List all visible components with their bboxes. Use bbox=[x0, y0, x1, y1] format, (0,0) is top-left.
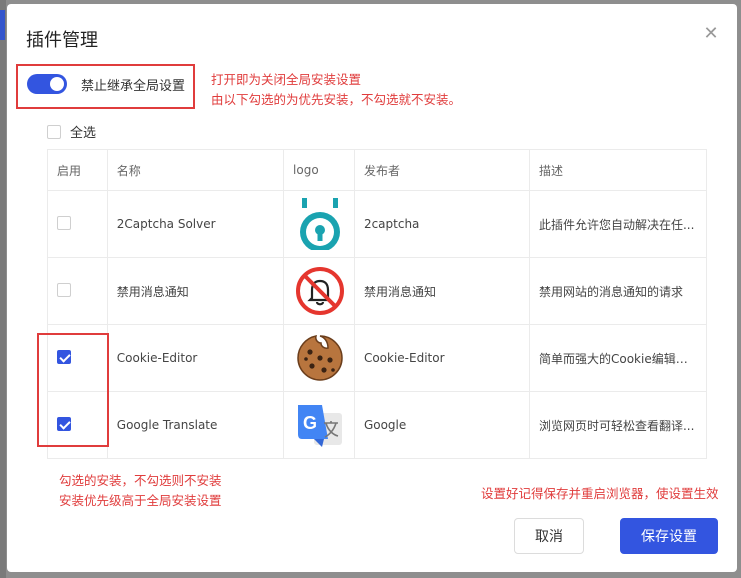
row-publisher: Cookie-Editor bbox=[353, 324, 530, 392]
row-description-cell: 简单而强大的Cookie编辑器... bbox=[528, 324, 708, 392]
toggle-note-line2: 由以下勾选的为优先安装，不勾选就不安装。 bbox=[211, 92, 462, 107]
row-logo-cell bbox=[283, 190, 355, 258]
table-row: Google Translate G Google 浏览网页时可轻松查看翻译..… bbox=[47, 391, 708, 459]
row-logo-cell bbox=[283, 257, 355, 325]
inherit-global-toggle[interactable] bbox=[27, 74, 67, 94]
no-notification-logo-icon bbox=[296, 267, 345, 315]
google-translate-logo-icon: G bbox=[298, 405, 343, 447]
row-name: 2Captcha Solver bbox=[106, 190, 285, 258]
row-description-cell: 此插件允许您自动解决在任... bbox=[528, 190, 708, 258]
row-publisher: 禁用消息通知 bbox=[353, 257, 530, 325]
row-publisher: Google bbox=[353, 391, 530, 459]
checkbox-note-line1: 勾选的安装，不勾选则不安装 bbox=[59, 473, 222, 488]
dialog-title: 插件管理 bbox=[26, 30, 98, 51]
close-icon[interactable]: ✕ bbox=[703, 25, 719, 43]
row-description-cell: 浏览网页时可轻松查看翻译... bbox=[528, 391, 708, 459]
plugin-management-dialog: 插件管理 ✕ 禁止继承全局设置 打开即为关闭全局安装设置 由以下勾选的为优先安装… bbox=[7, 4, 737, 572]
table-row: 禁用消息通知 禁用消息通知 禁用网站的消息通知的请求 bbox=[47, 257, 708, 325]
row-logo-cell: G bbox=[283, 391, 355, 459]
row-publisher: 2captcha bbox=[353, 190, 530, 258]
2captcha-logo-icon bbox=[300, 198, 341, 250]
inherit-toggle-row: 禁止继承全局设置 bbox=[27, 74, 185, 94]
plugin-table: 启用 名称 logo 发布者 描述 2Captcha Solver 2captc… bbox=[47, 149, 708, 459]
table-row: 2Captcha Solver 2captcha 此插件允许您自动解决在任... bbox=[47, 190, 708, 258]
row-description: 禁用网站的消息通知的请求 bbox=[538, 284, 683, 299]
cookie-logo-icon bbox=[297, 335, 343, 381]
toggle-note: 打开即为关闭全局安装设置 由以下勾选的为优先安装，不勾选就不安装。 bbox=[211, 70, 461, 110]
row-name: Google Translate bbox=[106, 391, 285, 459]
cancel-button[interactable]: 取消 bbox=[514, 518, 584, 554]
select-all-label: 全选 bbox=[70, 126, 97, 141]
header-publisher: 发布者 bbox=[353, 149, 530, 191]
row-name: 禁用消息通知 bbox=[106, 257, 285, 325]
row-description: 浏览网页时可轻松查看翻译... bbox=[538, 418, 695, 433]
save-hint-note: 设置好记得保存并重启浏览器，使设置生效 bbox=[481, 486, 719, 501]
toggle-label: 禁止继承全局设置 bbox=[81, 78, 186, 94]
table-header-row: 启用 名称 logo 发布者 描述 bbox=[47, 149, 708, 191]
toggle-knob bbox=[50, 77, 64, 91]
row-description: 此插件允许您自动解决在任... bbox=[538, 217, 695, 232]
select-all-checkbox[interactable] bbox=[47, 124, 61, 139]
row-enable-cell bbox=[47, 257, 108, 325]
row-description-cell: 禁用网站的消息通知的请求 bbox=[528, 257, 708, 325]
toggle-note-line1: 打开即为关闭全局安装设置 bbox=[211, 72, 362, 87]
row-checkbox[interactable] bbox=[57, 215, 71, 230]
svg-text:G: G bbox=[303, 413, 317, 433]
select-all-row: 全选 bbox=[47, 122, 96, 141]
header-enable: 启用 bbox=[47, 149, 108, 191]
header-description: 描述 bbox=[528, 149, 708, 191]
header-name: 名称 bbox=[106, 149, 285, 191]
row-enable-cell bbox=[47, 190, 108, 258]
row-name: Cookie-Editor bbox=[106, 324, 285, 392]
backdrop-accent bbox=[0, 10, 5, 40]
row-checkbox[interactable] bbox=[57, 282, 71, 297]
backdrop bbox=[0, 0, 6, 578]
row-logo-cell bbox=[283, 324, 355, 392]
row-description: 简单而强大的Cookie编辑器... bbox=[538, 351, 697, 366]
save-settings-button[interactable]: 保存设置 bbox=[620, 518, 718, 554]
table-row: Cookie-Editor Cookie-Editor 简单而强大的Cookie bbox=[47, 324, 708, 392]
annotation-box-checkboxes bbox=[37, 333, 109, 447]
checkbox-note: 勾选的安装，不勾选则不安装 安装优先级高于全局安装设置 bbox=[59, 471, 222, 511]
checkbox-note-line2: 安装优先级高于全局安装设置 bbox=[59, 493, 222, 508]
header-logo: logo bbox=[283, 149, 355, 191]
